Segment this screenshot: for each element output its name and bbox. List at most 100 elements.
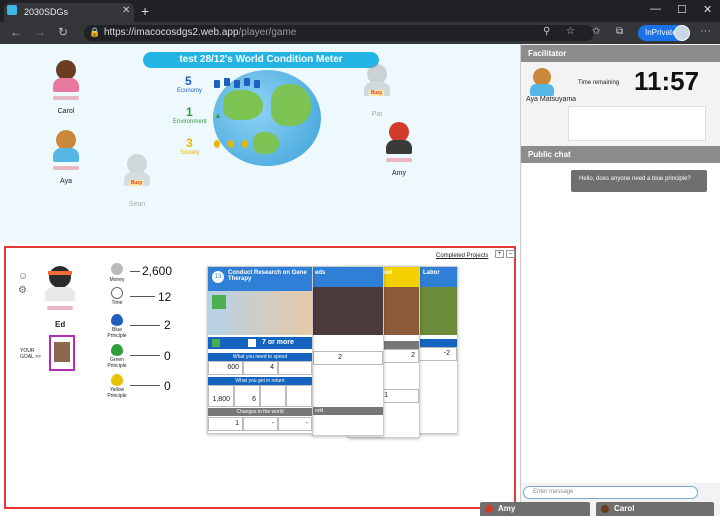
chat-input[interactable]: Enter message	[523, 486, 698, 499]
lock-icon[interactable]: 🔒	[89, 27, 100, 38]
minimize-window-icon[interactable]: —	[650, 3, 661, 15]
environment-value: 1	[186, 105, 193, 119]
player-name: Carol	[57, 108, 75, 115]
card-number: 13	[212, 271, 224, 283]
stat-line	[130, 355, 160, 356]
player-name: Sean	[128, 201, 146, 208]
avatar-body	[53, 148, 79, 162]
return-time: 6	[234, 385, 260, 407]
time-remaining-label: Time remaining	[578, 80, 620, 86]
return-header: What you get in return	[208, 377, 312, 385]
economy-building-icon	[254, 80, 260, 88]
completed-projects-link[interactable]: Completed Projects	[436, 253, 488, 259]
spend-money: 600	[208, 361, 243, 375]
player-name: Amy	[392, 170, 406, 177]
card-cell: 2	[313, 351, 383, 365]
close-window-icon[interactable]: ✕	[703, 3, 712, 16]
back-icon[interactable]: ←	[10, 25, 22, 39]
avatar-head	[367, 64, 387, 84]
expand-button[interactable]: +	[495, 250, 504, 258]
close-tab-icon[interactable]: ✕	[122, 5, 130, 16]
collections-icon[interactable]: ⧉	[616, 26, 623, 37]
project-card-back[interactable]: eds 2 orld	[312, 266, 384, 436]
reload-icon[interactable]: ↻	[58, 25, 68, 39]
green-value: 0	[164, 349, 171, 363]
avatar-icon	[485, 505, 493, 513]
star-icon[interactable]: ☆	[566, 26, 575, 37]
zoom-icon[interactable]: ⚲	[543, 26, 550, 37]
player-avatar-carol[interactable]	[53, 60, 79, 94]
avatar-head	[56, 60, 76, 80]
public-chat-header: Public chat	[521, 146, 720, 163]
address-bar[interactable]: https://imacocosdgs2.web.app/player/game	[84, 25, 594, 41]
money-label: Money	[109, 277, 125, 283]
clock-icon	[111, 287, 123, 299]
busy-badge: Busy	[369, 90, 385, 96]
inprivate-label: InPrivate	[645, 28, 677, 37]
money-value: 2,600	[142, 264, 173, 278]
card-section: orld	[313, 407, 383, 415]
avatar-head	[49, 266, 71, 288]
avatar-body	[386, 140, 412, 154]
avatar-head	[389, 122, 409, 142]
yellow-value: 0	[164, 379, 171, 393]
economy-value: 5	[185, 74, 192, 88]
society-person-icon	[214, 140, 220, 148]
time-label: Time	[111, 300, 123, 306]
busy-badge: Busy	[129, 180, 145, 186]
minimized-chat-amy[interactable]: Amy	[480, 502, 590, 516]
society-value: 3	[186, 136, 193, 150]
spend-time: 4	[243, 361, 278, 375]
player-avatar-amy[interactable]	[386, 122, 412, 156]
return-blue	[286, 385, 312, 407]
new-tab-icon[interactable]: +	[141, 3, 149, 19]
minimized-chat-carol[interactable]: Carol	[596, 502, 714, 516]
chat-messages	[522, 163, 720, 483]
changes-header: Changes in the world	[208, 408, 312, 416]
sdg-goal-icon	[212, 295, 226, 309]
player-avatar-aya[interactable]	[53, 130, 79, 164]
profile-avatar[interactable]	[674, 25, 690, 41]
green-flame-icon	[111, 344, 123, 356]
time-value: 12	[158, 290, 172, 304]
goal-label: YOUR GOAL >>	[20, 348, 41, 360]
collapse-button[interactable]: –	[506, 250, 515, 258]
avatar-body	[45, 287, 75, 301]
green-label: Green Principle	[107, 357, 127, 369]
card-title: eds	[313, 267, 383, 287]
stat-line	[130, 385, 160, 386]
forward-icon[interactable]: →	[34, 25, 46, 39]
blue-flame-icon	[111, 314, 123, 326]
avatar-head	[56, 130, 76, 150]
society-label: Society	[180, 150, 200, 156]
minimized-chat-label: Amy	[498, 504, 516, 513]
continent	[271, 84, 311, 126]
change-economy: 1	[208, 417, 243, 431]
economy-building-icon	[234, 80, 240, 88]
economy-building-icon	[244, 78, 250, 86]
avatar-platform	[47, 306, 73, 310]
project-card-main[interactable]: Conduct Research on Gene Therapy 13 7 or…	[207, 266, 313, 434]
stat-line	[130, 325, 160, 326]
maximize-window-icon[interactable]: ☐	[677, 3, 687, 16]
favorites-icon[interactable]: ✩	[592, 26, 600, 37]
blue-label: Blue Principle	[107, 327, 127, 339]
minimized-chat-label: Carol	[614, 504, 635, 513]
url-path: /player/game	[238, 27, 297, 38]
player-avatar-ed	[45, 266, 75, 306]
return-blue	[260, 385, 286, 407]
economy-building-icon	[214, 80, 220, 88]
avatar-platform	[53, 96, 79, 100]
gear-icon[interactable]: ⚙	[18, 285, 27, 296]
more-icon[interactable]: ···	[700, 25, 711, 37]
smiley-icon[interactable]: ☺	[18, 271, 28, 282]
avatar-platform	[386, 158, 412, 162]
browser-tab[interactable]: 2030SDGs	[4, 3, 134, 22]
meter-title: test 28/12's World Condition Meter	[143, 52, 379, 68]
stat-line	[130, 296, 155, 297]
goal-card[interactable]	[49, 335, 75, 371]
facilitator-message-box	[568, 106, 706, 141]
society-person-icon	[242, 140, 248, 148]
player-name: Aya	[60, 178, 72, 185]
yellow-label: Yellow Principle	[107, 387, 127, 399]
